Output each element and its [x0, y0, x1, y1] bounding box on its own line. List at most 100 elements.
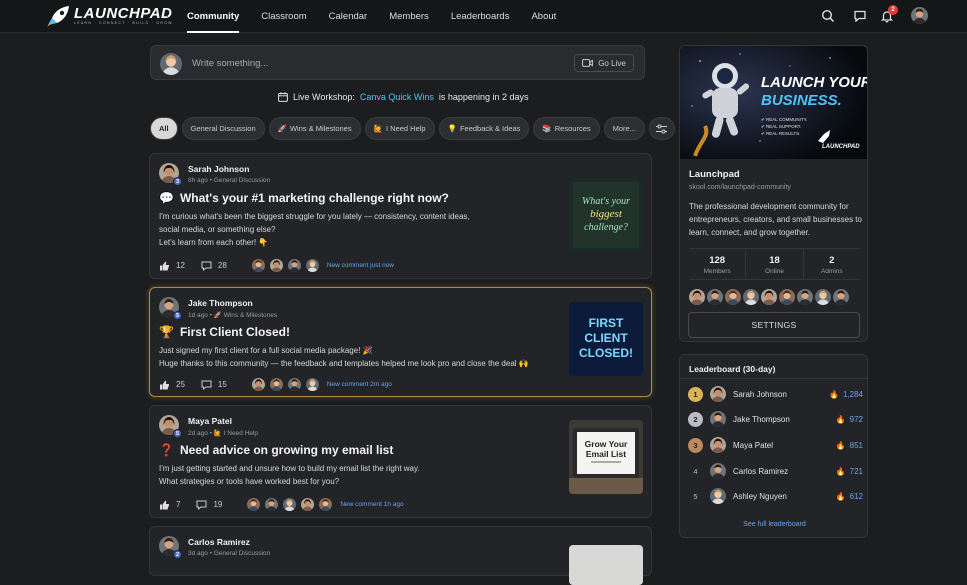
post-category[interactable]: Wins & Milestones [224, 312, 277, 319]
nav-about[interactable]: About [531, 0, 556, 33]
member-avatar[interactable] [725, 289, 741, 305]
composer-placeholder[interactable]: Write something... [192, 58, 268, 69]
stat-value: 2 [829, 255, 835, 266]
author-name[interactable]: Maya Patel [188, 416, 232, 426]
notification-badge: 2 [888, 5, 898, 15]
last-activity[interactable]: New comment 2m ago [327, 381, 392, 388]
nav-members[interactable]: Members [389, 0, 429, 33]
post-actions: 7 19 New comment 1h ago [159, 497, 404, 512]
comment-icon[interactable] [196, 500, 207, 510]
commenter-avatar [286, 258, 302, 273]
leaderboard-row[interactable]: 2 Jake Thompson 🔥 972 [688, 409, 863, 429]
thumbs-up-icon[interactable] [159, 261, 170, 271]
workshop-link[interactable]: Canva Quick Wins [360, 92, 434, 102]
filter-feedback-ideas[interactable]: 💡 Feedback & Ideas [438, 117, 530, 140]
search-icon[interactable] [821, 9, 835, 23]
raised-hand-icon: 🙋 [373, 124, 383, 133]
post-category[interactable]: General Discussion [214, 177, 270, 184]
post-card[interactable]: 5 Jake Thompson 1d ago • 🚀 Wins & Milest… [149, 287, 652, 397]
filter-settings-button[interactable] [648, 117, 675, 140]
settings-button[interactable]: SETTINGS [688, 312, 860, 338]
member-avatar[interactable] [689, 289, 705, 305]
thumb-line: challenge? [584, 222, 628, 233]
post-card[interactable]: 3 Sarah Johnson 8h ago • General Discuss… [149, 153, 652, 279]
post-time: 8h ago [188, 177, 208, 184]
post-title[interactable]: 🏆 First Client Closed! [159, 325, 290, 339]
comment-icon[interactable] [201, 380, 212, 390]
leaderboard-card: Leaderboard (30-day) 1 Sarah Johnson 🔥 1,… [679, 354, 869, 538]
filter-general-discussion[interactable]: General Discussion [181, 117, 265, 140]
filter-more[interactable]: More... [603, 117, 645, 140]
member-avatar[interactable] [779, 289, 795, 305]
thumbs-up-icon[interactable] [159, 500, 170, 510]
stat-online[interactable]: 18 Online [745, 249, 802, 279]
like-count: 7 [176, 500, 181, 509]
logo[interactable]: LAUNCHPAD LEARN · CONNECT · BUILD · GROW [45, 4, 173, 28]
chat-icon[interactable] [853, 9, 867, 23]
comment-count: 19 [213, 500, 223, 509]
nav-classroom[interactable]: Classroom [261, 0, 306, 33]
post-thumbnail[interactable]: Grow Your Email List [569, 420, 643, 494]
post-category[interactable]: I Need Help [224, 430, 258, 437]
author-name[interactable]: Sarah Johnson [188, 164, 249, 174]
post-title[interactable]: ❓ Need advice on growing my email list [159, 443, 393, 457]
post-thumbnail[interactable]: FIRST CLIENT CLOSED! [569, 302, 643, 376]
filter-label: General Discussion [190, 124, 256, 133]
leaderboard-row[interactable]: 1 Sarah Johnson 🔥 1,284 [688, 384, 863, 404]
rank-number: 5 [693, 491, 698, 501]
commenter-avatar [282, 497, 298, 512]
post-composer[interactable]: Write something... Go Live [150, 45, 645, 80]
post-thumbnail[interactable] [569, 545, 643, 585]
rocket-icon: 🚀 [213, 312, 222, 319]
thumb-line: biggest [590, 208, 623, 220]
filter-resources[interactable]: 📚 Resources [533, 117, 600, 140]
stat-value: 128 [709, 255, 726, 266]
post-card[interactable]: 5 Maya Patel 2d ago • 🙋 I Need Help ❓ Nee… [149, 405, 652, 518]
filter-i-need-help[interactable]: 🙋 I Need Help [364, 117, 435, 140]
user-avatar[interactable] [911, 7, 928, 24]
leader-avatar [710, 386, 726, 402]
leaderboard-row[interactable]: 5 Ashley Nguyen 🔥 612 [688, 486, 863, 506]
go-live-button[interactable]: Go Live [574, 54, 634, 72]
leaderboard-row[interactable]: 3 Maya Patel 🔥 851 [688, 435, 863, 455]
last-activity[interactable]: New comment just now [327, 262, 394, 269]
member-avatar[interactable] [761, 289, 777, 305]
stat-label: Admins [820, 268, 843, 275]
member-avatar[interactable] [833, 289, 849, 305]
nav-community[interactable]: Community [187, 0, 240, 33]
member-avatars [689, 289, 849, 305]
comment-count: 28 [217, 261, 227, 270]
post-thumbnail[interactable]: What's your biggest challenge? [569, 178, 643, 252]
member-avatar[interactable] [815, 289, 831, 305]
see-full-leaderboard-link[interactable]: See full leaderboard [680, 521, 869, 528]
stat-value: 18 [769, 255, 780, 266]
stat-label: Online [765, 268, 784, 275]
stat-members[interactable]: 128 Members [689, 249, 745, 279]
thumbs-up-icon[interactable] [159, 380, 170, 390]
filter-all[interactable]: All [150, 117, 178, 140]
community-url[interactable]: skool.com/launchpad-community [689, 184, 791, 191]
nav-leaderboards[interactable]: Leaderboards [451, 0, 510, 33]
leaderboard-row[interactable]: 4 Carlos Ramirez 🔥 721 [688, 461, 863, 481]
post-title[interactable]: 💬 What's your #1 marketing challenge righ… [159, 191, 449, 205]
nav-calendar[interactable]: Calendar [329, 0, 368, 33]
author-name[interactable]: Carlos Ramirez [188, 537, 250, 547]
commenter-avatar [250, 377, 266, 392]
comment-icon[interactable] [201, 261, 212, 271]
fire-icon: 🔥 [835, 491, 846, 501]
post-category[interactable]: General Discussion [214, 550, 270, 557]
last-activity[interactable]: New comment 1h ago [340, 501, 403, 508]
author-name[interactable]: Jake Thompson [188, 298, 253, 308]
leader-points: 🔥 612 [836, 492, 863, 501]
member-avatar[interactable] [743, 289, 759, 305]
stat-admins[interactable]: 2 Admins [802, 249, 860, 279]
member-avatar[interactable] [797, 289, 813, 305]
trophy-icon: 🏆 [159, 325, 174, 339]
member-avatar[interactable] [707, 289, 723, 305]
thumb-line: CLOSED! [579, 346, 633, 360]
post-card[interactable]: 2 Carlos Ramirez 3d ago • General Discus… [149, 526, 652, 585]
filter-wins-milestones[interactable]: 🚀 Wins & Milestones [268, 117, 361, 140]
leader-points: 🔥 721 [836, 467, 863, 476]
level-badge: 2 [173, 550, 182, 559]
fire-icon: 🔥 [835, 466, 846, 476]
